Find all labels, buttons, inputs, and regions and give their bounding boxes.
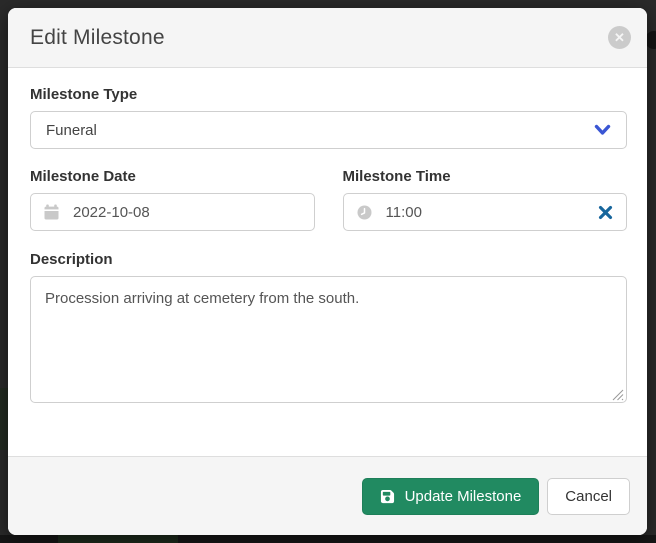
milestone-time-label: Milestone Time [343,168,628,185]
milestone-time-input-box[interactable] [343,193,628,231]
dialog-footer: Update Milestone Cancel [8,456,647,535]
modal-backdrop: Edit Milestone ✕ Milestone Type Funeral … [0,0,656,543]
calendar-icon [44,204,59,220]
description-textarea-wrap [30,276,627,403]
description-group: Description [30,251,627,403]
description-textarea[interactable] [30,276,627,403]
occluded-background-element [0,388,8,450]
milestone-date-input-box[interactable] [30,193,315,231]
cancel-button[interactable]: Cancel [547,478,630,515]
description-label: Description [30,251,627,268]
milestone-time-group: Milestone Time [343,168,628,231]
milestone-type-label: Milestone Type [30,86,627,103]
clear-time-icon[interactable] [598,205,613,220]
milestone-type-value: Funeral [46,122,97,139]
dialog-header: Edit Milestone ✕ [8,8,647,68]
dialog-title: Edit Milestone [30,26,165,50]
close-icon[interactable]: ✕ [608,26,631,49]
milestone-date-label: Milestone Date [30,168,315,185]
milestone-type-select[interactable]: Funeral [30,111,627,149]
date-time-row: Milestone Date [30,168,627,231]
dialog-body: Milestone Type Funeral Milestone Date [8,68,647,456]
milestone-time-input[interactable] [386,204,599,221]
milestone-date-input[interactable] [73,204,301,221]
update-milestone-button[interactable]: Update Milestone [362,478,540,515]
save-icon [380,489,395,504]
edit-milestone-dialog: Edit Milestone ✕ Milestone Type Funeral … [8,8,647,535]
chevron-down-icon [594,123,611,137]
update-milestone-label: Update Milestone [405,488,522,505]
occluded-background-element [58,535,178,543]
clock-icon [357,205,372,220]
milestone-date-group: Milestone Date [30,168,315,231]
